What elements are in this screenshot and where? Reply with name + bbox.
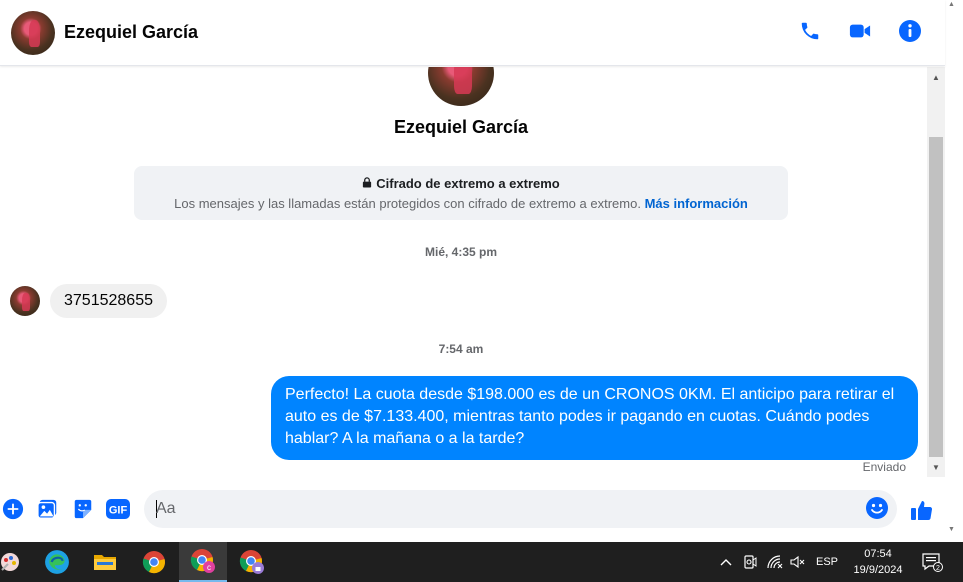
gif-label: GIF [109, 505, 128, 517]
system-clock[interactable]: 07:54 19/9/2024 [848, 546, 908, 578]
encryption-notice: Cifrado de extremo a extremo Los mensaje… [134, 166, 788, 220]
chrome-profile-c-icon[interactable]: c [179, 542, 227, 582]
volume-muted-icon[interactable] [788, 542, 808, 582]
encryption-title-text: Cifrado de extremo a extremo [376, 176, 560, 191]
encryption-body: Los mensajes y las llamadas están proteg… [134, 196, 788, 211]
plus-icon[interactable] [1, 497, 25, 521]
page-scroll-up-icon[interactable]: ▲ [948, 1, 955, 8]
page-scroll-down-icon[interactable]: ▼ [948, 526, 955, 533]
phone-icon[interactable] [797, 18, 823, 44]
paint-app-icon[interactable] [0, 542, 34, 582]
scroll-down-arrow-icon[interactable]: ▼ [927, 459, 945, 475]
page-scrollbar[interactable]: ▲ ▼ [945, 0, 963, 542]
language-indicator[interactable]: ESP [812, 542, 842, 582]
timestamp: Mié, 4:35 pm [424, 245, 498, 259]
sent-status: Enviado [862, 460, 906, 474]
contact-name[interactable]: Ezequiel García [64, 22, 198, 43]
network-icon[interactable] [764, 542, 786, 582]
lock-icon [362, 176, 372, 191]
thumbs-up-icon[interactable] [908, 496, 936, 524]
more-info-link[interactable]: Más información [645, 196, 748, 211]
sender-avatar[interactable] [10, 286, 40, 316]
header-actions [797, 18, 923, 44]
conversation-header: Ezequiel García [0, 0, 945, 66]
file-explorer-icon[interactable] [81, 542, 129, 582]
sticker-icon[interactable] [71, 497, 95, 521]
chrome-browser-icon[interactable] [130, 542, 178, 582]
profile-avatar[interactable] [428, 67, 494, 106]
video-camera-icon[interactable] [847, 18, 873, 44]
info-icon[interactable] [897, 18, 923, 44]
outgoing-message[interactable]: Perfecto! La cuota desde $198.000 es de … [271, 376, 918, 460]
message-thread: Ezequiel García Cifrado de extremo a ext… [0, 67, 927, 477]
incoming-message-row: 3751528655 [10, 284, 167, 318]
notification-count: 2 [936, 565, 940, 572]
timestamp: 7:54 am [438, 342, 484, 356]
edge-browser-icon[interactable] [33, 542, 81, 582]
windows-taskbar: c ESP 07:54 19/9/2024 2 [0, 542, 963, 582]
show-hidden-icons-chevron-icon[interactable] [716, 542, 736, 582]
emoji-icon[interactable] [865, 496, 891, 522]
contact-avatar[interactable] [11, 10, 55, 55]
clock-date: 19/9/2024 [853, 564, 903, 576]
message-composer: GIF [0, 488, 945, 532]
chat-scrollbar[interactable]: ▲ ▼ [927, 67, 945, 477]
gif-icon[interactable]: GIF [106, 497, 130, 521]
notifications-icon[interactable]: 2 [918, 542, 946, 582]
chrome-profile-lock-icon[interactable] [228, 542, 276, 582]
encryption-body-text: Los mensajes y las llamadas están proteg… [174, 196, 641, 211]
scroll-up-arrow-icon[interactable]: ▲ [927, 69, 945, 85]
encryption-title: Cifrado de extremo a extremo [134, 176, 788, 191]
svg-text:c: c [207, 563, 211, 572]
meet-now-icon[interactable] [740, 542, 760, 582]
message-input-wrapper[interactable] [144, 490, 897, 528]
clock-time: 07:54 [864, 548, 892, 560]
message-input[interactable] [156, 496, 856, 522]
photo-icon[interactable] [36, 497, 60, 521]
profile-name: Ezequiel García [393, 117, 529, 137]
scroll-thumb[interactable] [929, 137, 943, 457]
incoming-message[interactable]: 3751528655 [50, 284, 167, 318]
